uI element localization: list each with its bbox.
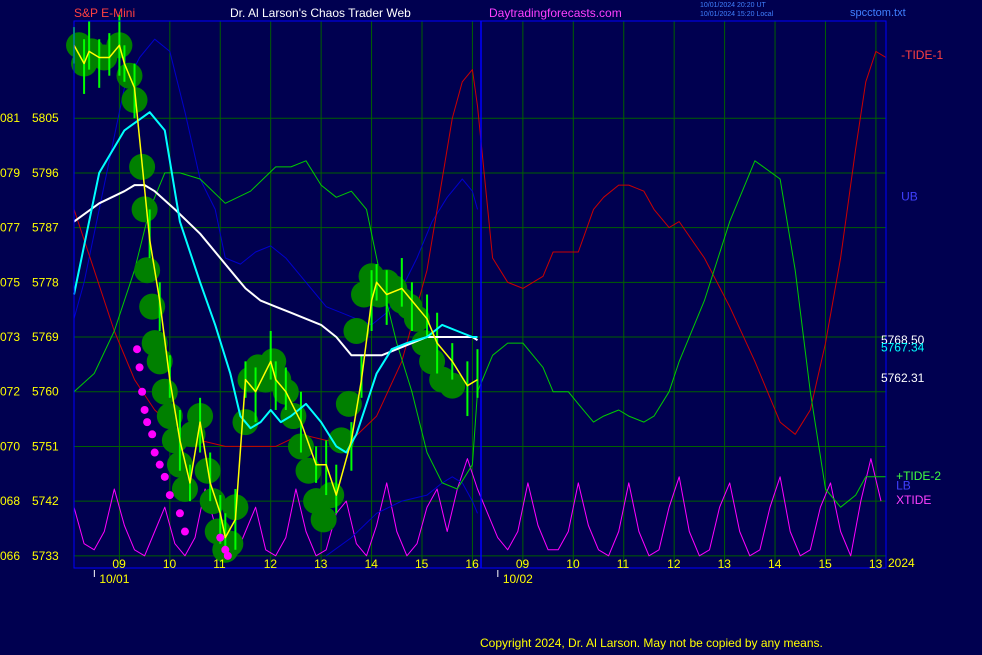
event-bubble — [295, 457, 322, 484]
y-label-price: 5760 — [32, 385, 59, 399]
chart-svg: 081 5805 079 5796 077 5787 075 5778 073 5769 072 57… — [0, 0, 982, 650]
y-label-left: 081 — [0, 111, 20, 125]
y-label-price: 5733 — [32, 549, 59, 563]
event-bubble — [310, 506, 337, 533]
x-tick-label: 12 — [264, 557, 278, 571]
event-bubble — [171, 475, 198, 502]
x-tick-label: 14 — [768, 557, 782, 571]
y-label-price: 5787 — [32, 221, 59, 235]
x-tick-label: 13 — [314, 557, 328, 571]
y-label-left: 075 — [0, 275, 20, 289]
site-title: Dr. Al Larson's Chaos Trader Web — [230, 6, 411, 20]
pivot-marker — [143, 418, 152, 427]
symbol-title: S&P E-Mini — [74, 6, 135, 20]
x-tick-label: 15 — [415, 557, 429, 571]
right-label: UB — [901, 190, 918, 204]
pivot-marker — [165, 491, 174, 500]
pivot-marker — [160, 472, 169, 481]
pivot-marker — [135, 363, 144, 372]
y-label-price: 5796 — [32, 166, 59, 180]
x-tick-label: 16 — [465, 557, 479, 571]
x-tick-label: 10 — [566, 557, 580, 571]
right-label: -TIDE-1 — [901, 48, 943, 62]
y-label-left: 070 — [0, 439, 20, 453]
chart-container: 081 5805 079 5796 077 5787 075 5778 073 5769 072 57… — [0, 0, 982, 650]
x-tick-label: 11 — [617, 557, 630, 571]
y-label-left: 079 — [0, 166, 20, 180]
y-label-left: 072 — [0, 385, 20, 399]
y-label-price: 5778 — [32, 275, 59, 289]
pivot-marker — [140, 405, 149, 414]
pivot-marker — [150, 448, 159, 457]
timestamp-local: 10/01/2024 15:20 Local — [700, 11, 774, 18]
event-bubble — [131, 196, 158, 223]
filename: spcctom.txt — [850, 7, 906, 19]
x-tick-label: 11 — [213, 557, 226, 571]
x-tick-label: 13 — [869, 557, 883, 571]
timestamp-ut: 10/01/2024 20:20 UT — [700, 2, 766, 9]
x-tick-label: 14 — [365, 557, 379, 571]
event-bubble — [343, 317, 370, 344]
y-label-price: 5805 — [32, 111, 59, 125]
right-label: LB — [896, 478, 911, 492]
pivot-marker — [138, 387, 147, 396]
x-tick-label: 09 — [516, 557, 530, 571]
y-label-price: 5742 — [32, 494, 59, 508]
date-label: 10/02 — [503, 572, 533, 586]
pivot-marker — [180, 527, 189, 536]
y-label-price: 5751 — [32, 439, 59, 453]
y-label-left: 073 — [0, 330, 20, 344]
right-label: 5767.34 — [881, 340, 925, 354]
right-label: XTIDE — [896, 493, 931, 507]
right-label: 5762.31 — [881, 371, 925, 385]
pivot-marker — [216, 533, 225, 542]
background — [0, 0, 982, 650]
pivot-marker — [148, 430, 157, 439]
event-bubble — [318, 482, 345, 509]
x-tick-label: 15 — [818, 557, 832, 571]
site-url[interactable]: Daytradingforecasts.com — [489, 6, 622, 20]
year-label: 2024 — [888, 556, 915, 570]
x-tick-label: 09 — [112, 557, 126, 571]
y-label-price: 5769 — [32, 330, 59, 344]
pivot-marker — [133, 345, 142, 354]
y-label-left: 066 — [0, 549, 20, 563]
x-tick-label: 13 — [718, 557, 732, 571]
x-tick-label: 12 — [667, 557, 681, 571]
copyright: Copyright 2024, Dr. Al Larson. May not b… — [480, 636, 823, 650]
y-label-left: 068 — [0, 494, 20, 508]
date-label: 10/01 — [99, 572, 129, 586]
y-label-left: 077 — [0, 221, 20, 235]
pivot-marker — [175, 509, 184, 518]
x-tick-label: 10 — [163, 557, 177, 571]
pivot-marker — [155, 460, 164, 469]
